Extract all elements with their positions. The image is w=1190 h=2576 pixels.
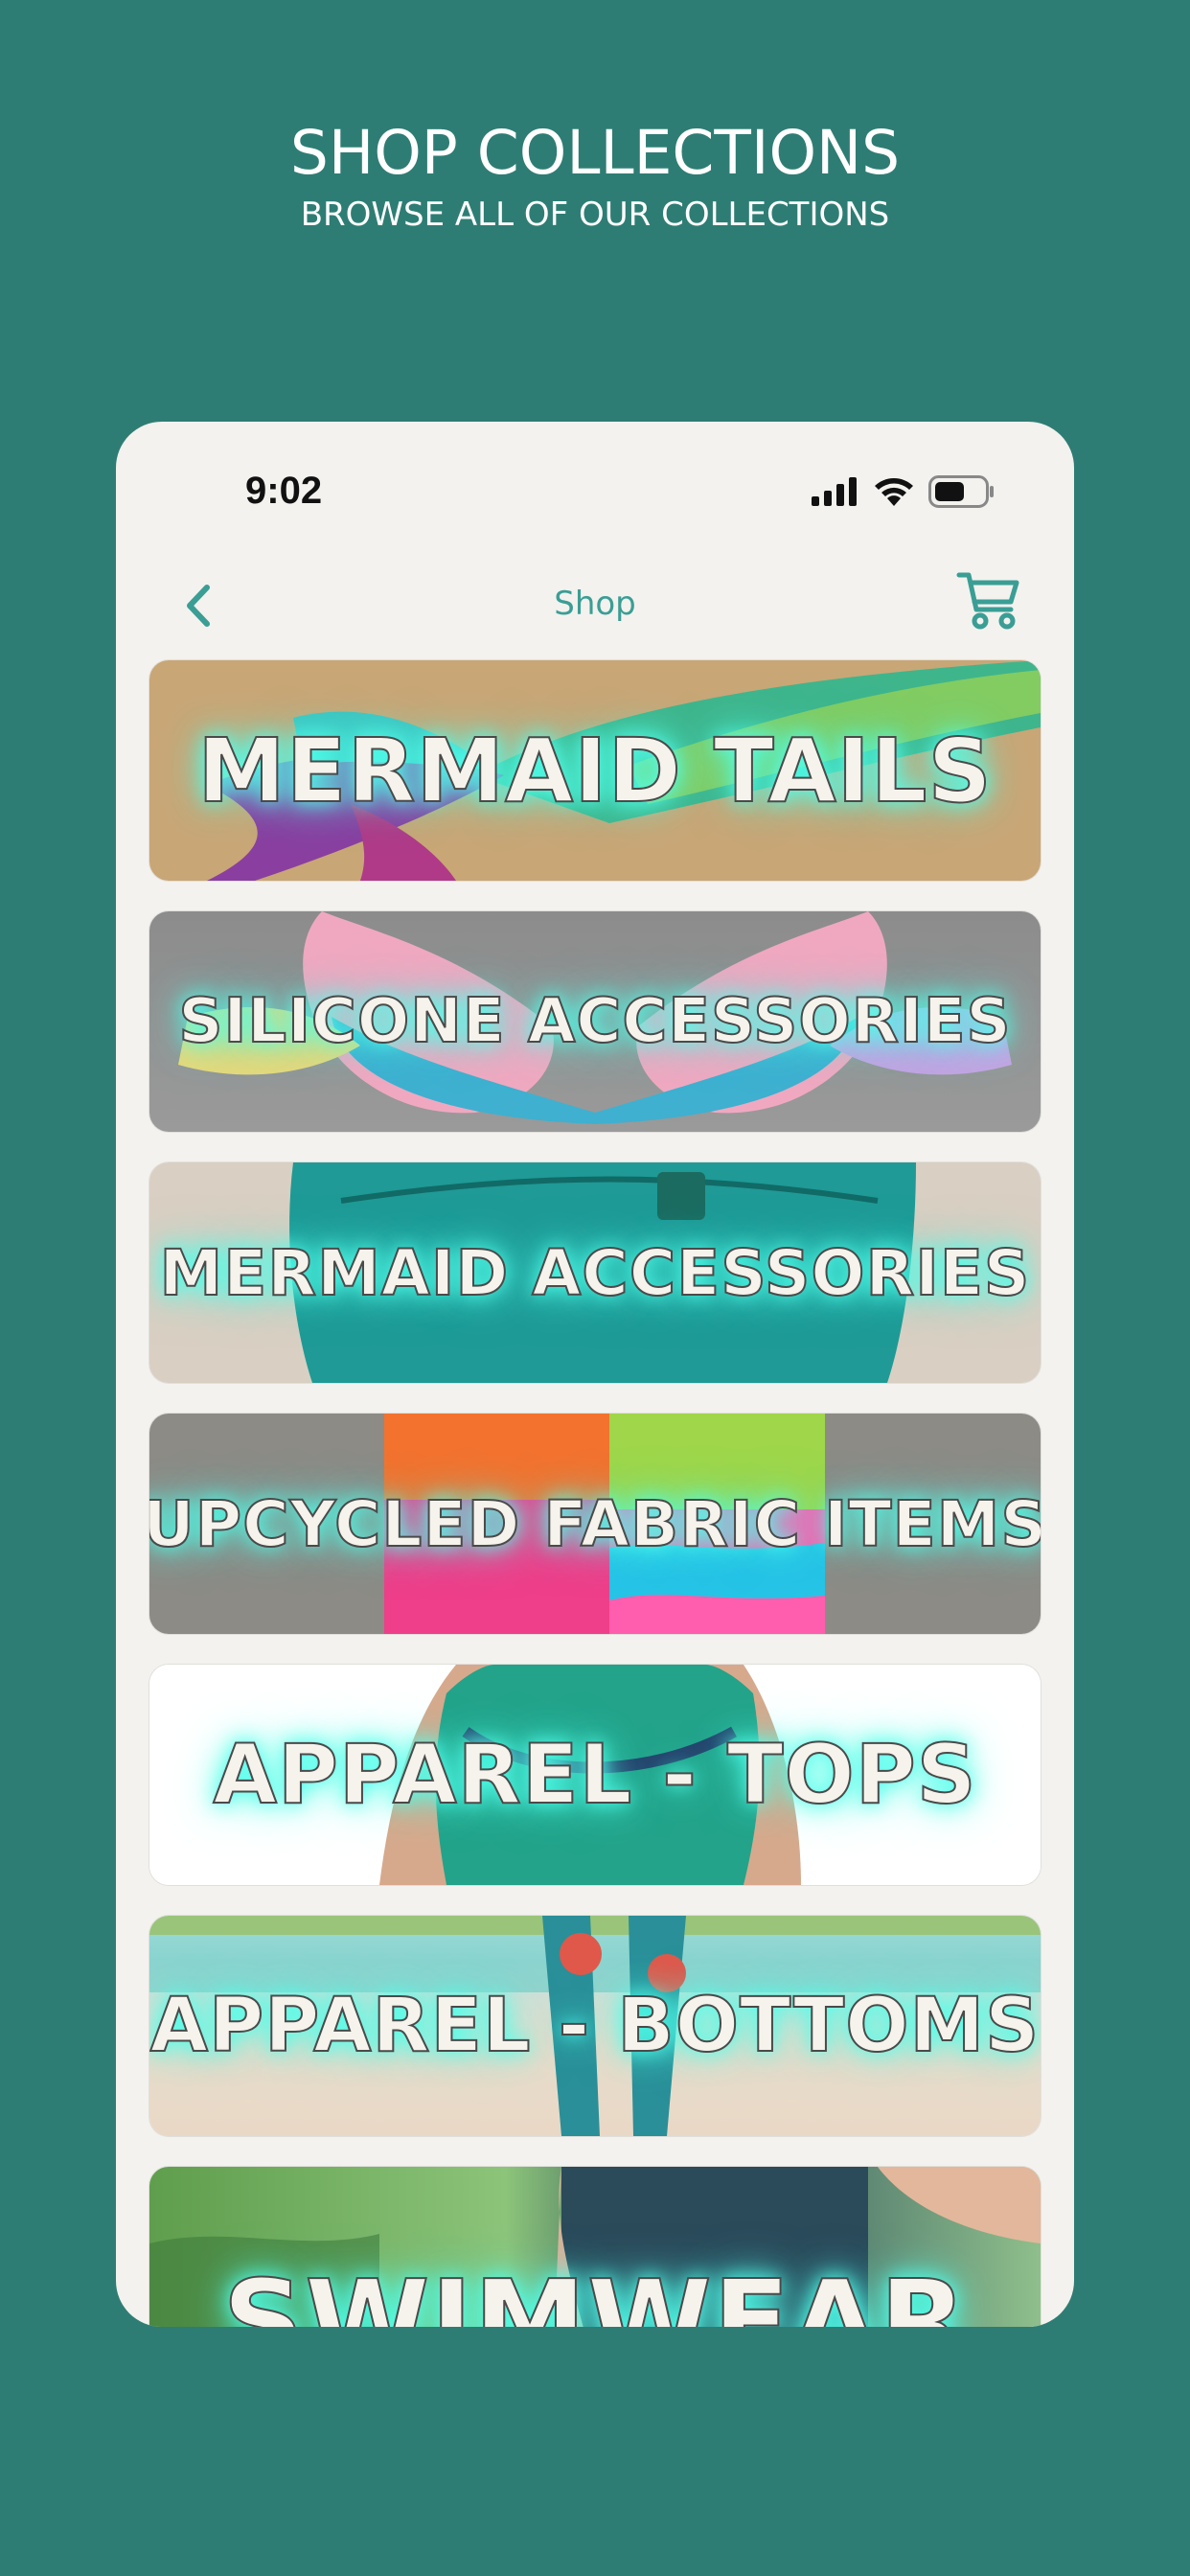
- promo-header: SHOP COLLECTIONS BROWSE ALL OF OUR COLLE…: [0, 113, 1190, 236]
- battery-icon: [928, 475, 994, 508]
- status-icons: [812, 475, 995, 508]
- collection-tile-apparel-bottoms[interactable]: APPAREL - BOTTOMS: [149, 1916, 1041, 2136]
- collection-tile-swimwear[interactable]: SWIMWEAR: [149, 2167, 1041, 2327]
- collection-label: SWIMWEAR: [221, 2254, 968, 2327]
- collections-list: MERMAID TAILS SILICONE ACCESSORIES MERMA…: [149, 660, 1041, 2327]
- status-time: 9:02: [245, 470, 323, 512]
- collection-label: APPAREL - BOTTOMS: [149, 1982, 1041, 2070]
- cart-icon: [956, 572, 1019, 630]
- collection-tile-mermaid-tails[interactable]: MERMAID TAILS: [149, 660, 1041, 881]
- app-store-screenshot: SHOP COLLECTIONS BROWSE ALL OF OUR COLLE…: [0, 0, 1190, 2576]
- promo-title: SHOP COLLECTIONS: [289, 118, 901, 188]
- nav-bar: Shop: [116, 565, 1074, 652]
- collection-label: SILICONE ACCESSORIES: [177, 985, 1012, 1058]
- collection-label: UPCYCLED FABRIC ITEMS: [149, 1486, 1041, 1562]
- promo-subtitle: BROWSE ALL OF OUR COLLECTIONS: [300, 196, 890, 234]
- collection-label: MERMAID TAILS: [196, 719, 993, 823]
- status-bar: 9:02: [116, 422, 1074, 527]
- collection-tile-apparel-tops[interactable]: APPAREL - TOPS: [149, 1665, 1041, 1885]
- wifi-icon: [875, 478, 913, 506]
- nav-title: Shop: [554, 585, 636, 623]
- collection-tile-silicone-accessories[interactable]: SILICONE ACCESSORIES: [149, 911, 1041, 1132]
- collection-label: APPAREL - TOPS: [212, 1726, 977, 1824]
- phone-screen: 9:02 Shop MERMAID TAILS SILICONE ACCESSO…: [116, 422, 1074, 2327]
- signal-icon: [812, 477, 857, 506]
- collection-tile-mermaid-accessories[interactable]: MERMAID ACCESSORIES: [149, 1162, 1041, 1383]
- collection-label: MERMAID ACCESSORIES: [159, 1235, 1031, 1311]
- collection-tile-upcycled-fabric-items[interactable]: UPCYCLED FABRIC ITEMS: [149, 1414, 1041, 1634]
- cart-button[interactable]: [955, 567, 1022, 634]
